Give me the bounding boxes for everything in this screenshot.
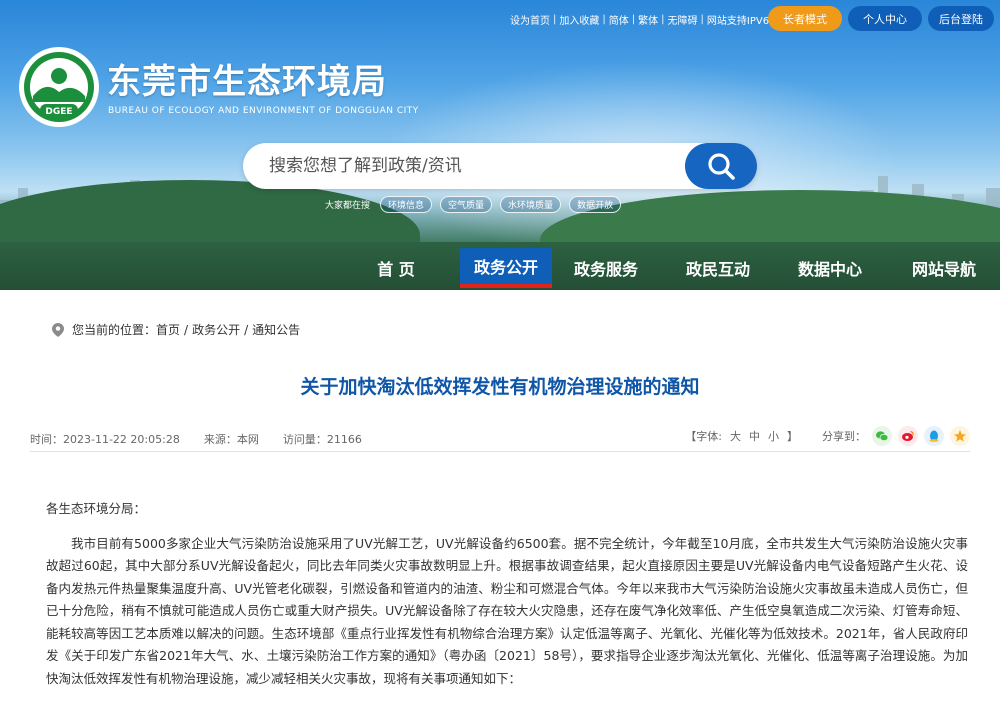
font-size-end: 】: [787, 430, 798, 443]
breadcrumb-prefix: 您当前的位置：: [72, 323, 157, 337]
font-medium-button[interactable]: 中: [749, 428, 760, 444]
breadcrumb: 您当前的位置： 首页 / 政务公开 / 通知公告: [52, 321, 300, 338]
breadcrumb-gov-affairs[interactable]: 政务公开: [192, 321, 240, 338]
traditional-link[interactable]: 繁体: [638, 12, 658, 27]
set-homepage-link[interactable]: 设为首页: [510, 12, 550, 27]
site-subtitle: BUREAU OF ECOLOGY AND ENVIRONMENT OF DON…: [108, 106, 419, 116]
main-nav: 首 页 政务公开 政务服务 政民互动 数据中心 网站导航: [0, 240, 1000, 288]
accessibility-link[interactable]: 无障碍: [668, 12, 698, 27]
font-size-switcher: 【字体: 大 中 小 】: [685, 428, 798, 444]
site-title: 东莞市生态环境局: [107, 62, 387, 102]
search-box: [243, 143, 757, 189]
nav-gov-affairs[interactable]: 政务公开: [460, 248, 552, 288]
nav-gov-services[interactable]: 政务服务: [560, 248, 652, 288]
nav-site-guide[interactable]: 网站导航: [896, 248, 992, 288]
font-size-label: 【字体:: [685, 430, 722, 443]
hot-searches: 大家都在搜 环境信息 空气质量 水环境质量 数据开放: [325, 196, 622, 213]
qq-share-icon[interactable]: [924, 426, 944, 446]
top-links: 设为首页 | 加入收藏 | 简体 | 繁体 | 无障碍 | 网站支持IPV6: [510, 12, 770, 27]
hot-search-chip[interactable]: 空气质量: [440, 196, 493, 213]
hot-search-chip[interactable]: 水环境质量: [500, 196, 562, 213]
publish-time: 时间：2023-11-22 20:05:28: [30, 433, 180, 446]
location-pin-icon: [52, 322, 64, 337]
article-paragraph: 我市目前有5000多家企业大气污染防治设施采用了UV光解工艺，UV光解设备约65…: [46, 535, 968, 686]
logo-text: DGEE: [45, 107, 72, 117]
breadcrumb-home[interactable]: 首页: [156, 321, 180, 338]
wechat-share-icon[interactable]: [872, 426, 892, 446]
article-title: 关于加快淘汰低效挥发性有机物治理设施的通知: [300, 376, 700, 398]
font-small-button[interactable]: 小: [768, 428, 779, 444]
qzone-share-icon[interactable]: [950, 426, 970, 446]
nav-interaction[interactable]: 政民互动: [672, 248, 764, 288]
share-label: 分享到：: [822, 430, 866, 443]
breadcrumb-notices[interactable]: 通知公告: [252, 321, 300, 338]
admin-login-button[interactable]: 后台登陆: [928, 6, 994, 31]
nav-home[interactable]: 首 页: [355, 248, 437, 288]
article-greeting: 各生态环境分局：: [46, 501, 147, 516]
hot-search-chip[interactable]: 环境信息: [380, 196, 433, 213]
weibo-share-icon[interactable]: [898, 426, 918, 446]
personal-center-button[interactable]: 个人中心: [848, 6, 922, 31]
search-button[interactable]: [685, 143, 757, 189]
nav-data-center[interactable]: 数据中心: [784, 248, 876, 288]
article-meta: 时间：2023-11-22 20:05:28 来源：本网 访问量：21166 【…: [30, 426, 970, 452]
breadcrumb-separator: /: [244, 322, 249, 337]
article-body: 各生态环境分局： 我市目前有5000多家企业大气污染防治设施采用了UV光解工艺，…: [46, 498, 968, 690]
simplified-link[interactable]: 简体: [609, 12, 629, 27]
site-header: 设为首页 | 加入收藏 | 简体 | 繁体 | 无障碍 | 网站支持IPV6 长者模式 个…: [0, 0, 1000, 290]
ipv6-link[interactable]: 网站支持IPV6: [707, 12, 769, 27]
font-large-button[interactable]: 大: [730, 428, 741, 444]
article-source: 来源：本网: [203, 433, 259, 446]
site-logo[interactable]: DGEE: [18, 46, 100, 128]
elder-mode-button[interactable]: 长者模式: [768, 6, 842, 31]
search-icon: [708, 153, 735, 180]
visit-count: 访问量：21166: [282, 433, 362, 446]
breadcrumb-separator: /: [184, 322, 189, 337]
search-input[interactable]: [269, 153, 669, 179]
hot-search-chip[interactable]: 数据开放: [569, 196, 622, 213]
hot-searches-label: 大家都在搜: [325, 201, 371, 211]
add-favorite-link[interactable]: 加入收藏: [559, 12, 599, 27]
